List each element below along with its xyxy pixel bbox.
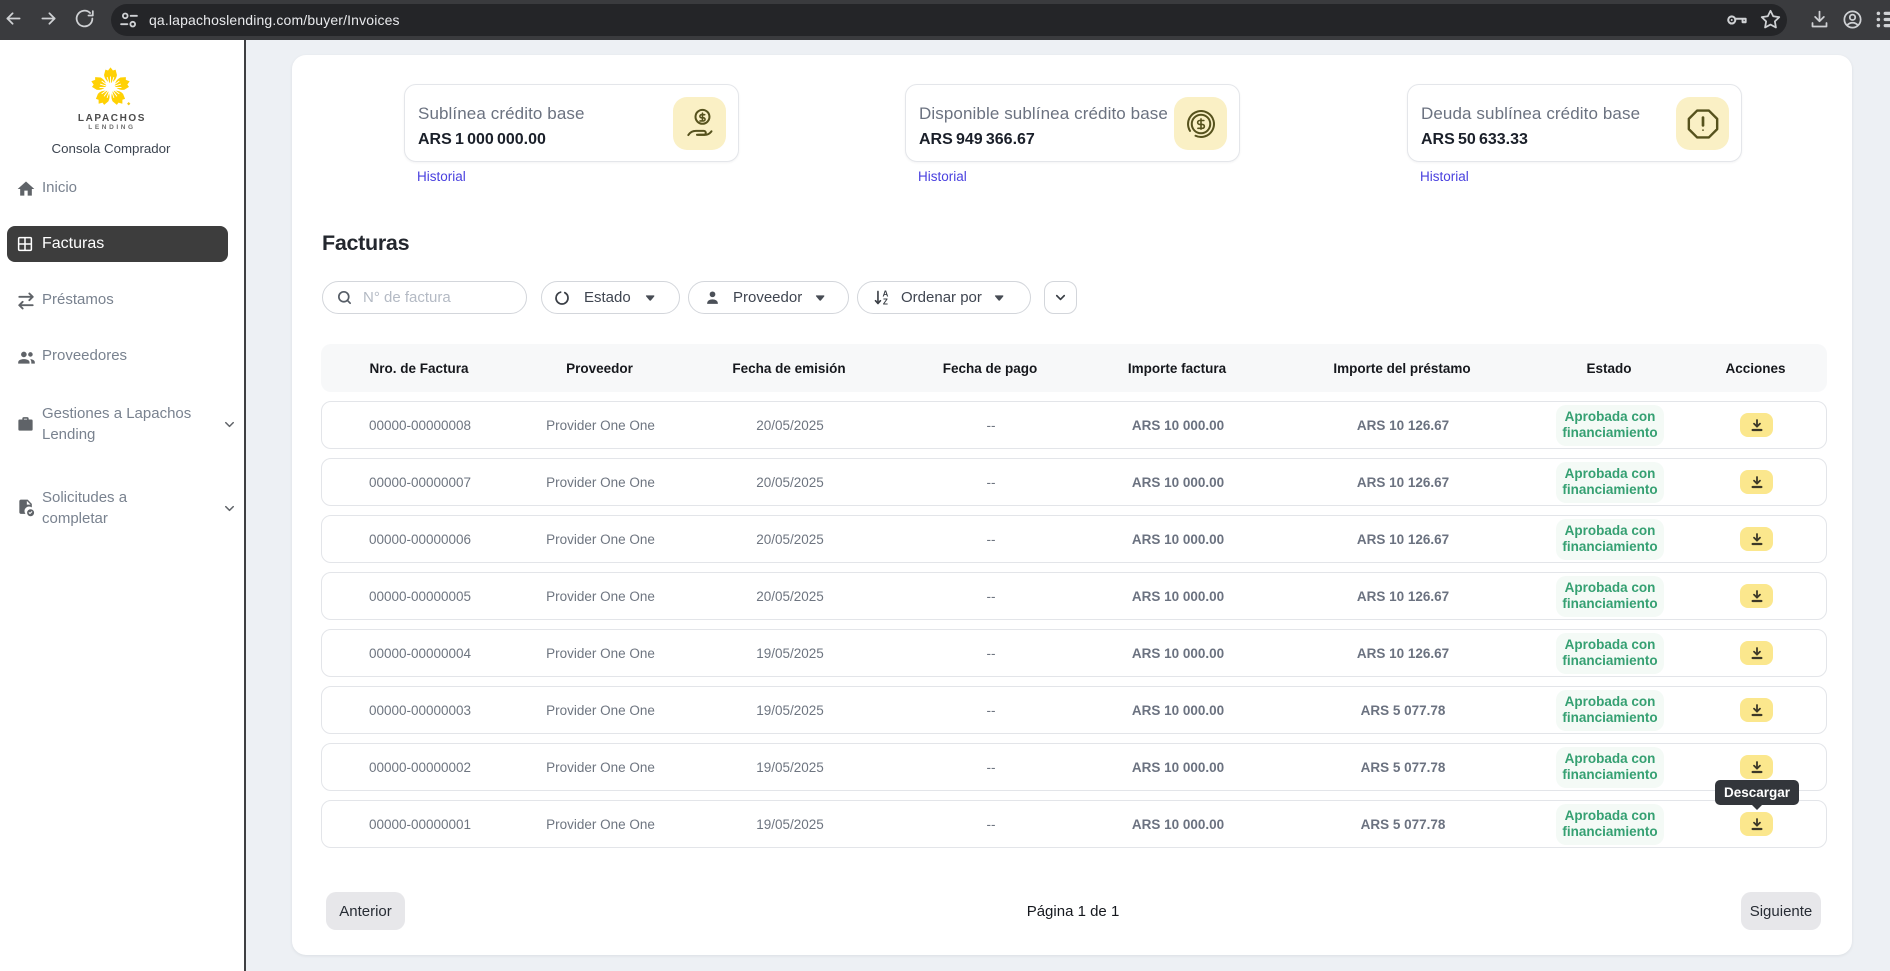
svg-text:Z: Z [883,298,888,306]
